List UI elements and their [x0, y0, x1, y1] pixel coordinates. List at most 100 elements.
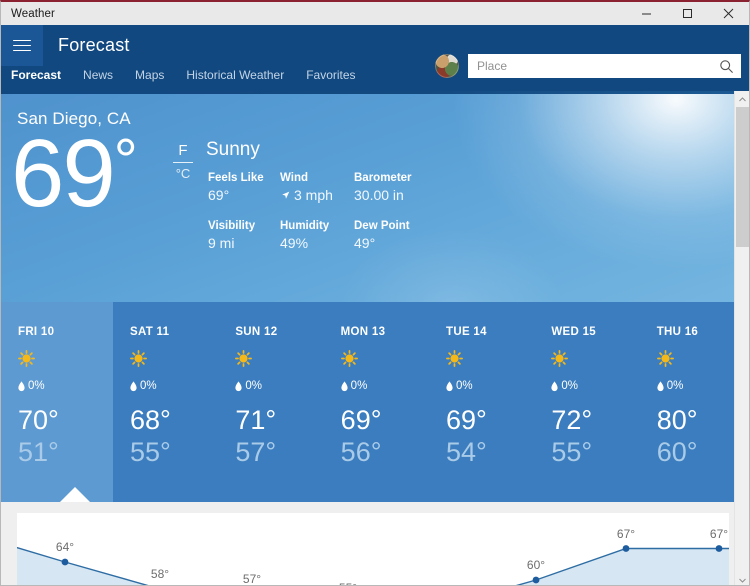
condition-details: Feels Like 69° Wind 3 mph Barometer 30.0…	[208, 171, 448, 253]
daily-forecast-strip: FRI 10 0% 70° 51° SAT 11 0% 68° 55° SUN …	[1, 302, 745, 502]
forecast-day-name: MON 13	[340, 326, 386, 338]
forecast-day-name: FRI 10	[18, 326, 55, 338]
current-temperature: 69°	[11, 126, 138, 222]
tab-news[interactable]: News	[83, 66, 124, 84]
water-drop-icon	[130, 380, 137, 391]
forecast-day-name: SUN 12	[235, 326, 278, 338]
scroll-down-button[interactable]	[735, 572, 749, 585]
hourly-temperature-chart[interactable]: 64°58°57°55°54°60°67°67°	[17, 513, 729, 586]
forecast-precip: 0%	[551, 380, 639, 392]
forecast-day-card[interactable]: FRI 10 0% 70° 51°	[1, 302, 113, 502]
detail-value: 9 mi	[208, 235, 235, 251]
forecast-day-name: WED 15	[551, 326, 596, 338]
forecast-day-name: THU 16	[656, 326, 699, 338]
detail-label: Feels Like	[208, 172, 264, 184]
forecast-low: 55°	[551, 437, 593, 467]
unit-fahrenheit[interactable]: F	[171, 142, 195, 159]
title-bar: Weather	[1, 2, 749, 25]
forecast-day-card[interactable]: TUE 14 0% 69° 54°	[429, 302, 534, 502]
tab-favorites[interactable]: Favorites	[306, 66, 366, 84]
forecast-day-card[interactable]: WED 15 0% 72° 55°	[534, 302, 639, 502]
vertical-scrollbar[interactable]	[734, 91, 749, 585]
detail-dew-point: Dew Point 49°	[354, 219, 448, 253]
forecast-precip-value: 0%	[139, 380, 157, 392]
unit-divider	[173, 162, 193, 163]
forecast-high: 69°	[446, 405, 487, 435]
detail-label: Visibility	[208, 220, 256, 232]
forecast-day-name: SAT 11	[129, 326, 170, 338]
forecast-precip: 0%	[657, 380, 745, 392]
chart-data-point[interactable]	[622, 545, 630, 552]
forecast-high: 70°	[18, 405, 59, 435]
chart-point-label: 55°	[339, 581, 357, 586]
chart-point-label: 64°	[55, 540, 75, 554]
forecast-high: 68°	[129, 405, 171, 435]
sun-icon	[130, 350, 218, 372]
detail-value: 30.00 in	[354, 187, 404, 203]
forecast-high: 69°	[340, 405, 382, 435]
sun-icon	[446, 350, 534, 372]
detail-humidity: Humidity 49%	[280, 219, 354, 253]
chart-point-label: 57°	[242, 571, 262, 586]
chart-point-label: 60°	[526, 558, 546, 572]
chart-svg	[17, 545, 729, 585]
daily-forecast-list: FRI 10 0% 70° 51° SAT 11 0% 68° 55° SUN …	[1, 302, 745, 502]
chart-data-point[interactable]	[715, 545, 723, 552]
water-drop-icon	[235, 380, 242, 391]
forecast-precip-value: 0%	[666, 380, 684, 392]
sun-icon	[235, 350, 323, 372]
window-title: Weather	[11, 7, 55, 20]
search-icon[interactable]	[711, 54, 741, 78]
detail-label: Barometer	[354, 172, 412, 184]
forecast-precip: 0%	[18, 380, 113, 392]
search-box[interactable]	[468, 54, 741, 78]
detail-barometer: Barometer 30.00 in	[354, 171, 448, 205]
forecast-day-card[interactable]: THU 16 0% 80° 60°	[640, 302, 745, 502]
forecast-precip-value: 0%	[245, 380, 262, 392]
detail-value: 49%	[280, 235, 309, 251]
weather-app-window: Weather Forecast Place Forecast News Map…	[0, 0, 750, 586]
hourly-forecast-section: 64°58°57°55°54°60°67°67°	[1, 502, 745, 586]
chart-point-label: 67°	[616, 526, 636, 541]
unit-toggle[interactable]: F °C	[171, 142, 195, 182]
chart-data-point[interactable]	[532, 576, 540, 584]
tab-maps[interactable]: Maps	[135, 66, 175, 84]
detail-value: 69°	[208, 187, 230, 203]
forecast-high: 71°	[235, 405, 277, 435]
detail-label: Dew Point	[354, 220, 410, 232]
hamburger-menu-icon[interactable]	[1, 25, 43, 66]
forecast-high: 80°	[656, 405, 698, 435]
scroll-up-button[interactable]	[735, 91, 749, 107]
app-header: Forecast	[1, 25, 749, 78]
page-title: Forecast	[58, 35, 130, 55]
forecast-day-card[interactable]: SAT 11 0% 68° 55°	[113, 302, 218, 502]
sun-icon	[656, 350, 745, 372]
chart-data-point[interactable]	[61, 558, 69, 566]
scroll-thumb[interactable]	[736, 107, 749, 247]
forecast-day-card[interactable]: MON 13 0% 69° 56°	[324, 302, 429, 502]
forecast-high: 72°	[551, 405, 593, 435]
tab-historical-weather[interactable]: Historical Weather	[186, 66, 295, 84]
sun-icon	[340, 350, 429, 372]
forecast-low: 51°	[18, 437, 59, 467]
tab-forecast[interactable]: Forecast	[11, 66, 72, 84]
forecast-low: 55°	[129, 437, 171, 467]
detail-label: Wind	[280, 172, 308, 184]
forecast-precip: 0%	[446, 380, 534, 392]
window-controls	[626, 2, 749, 25]
forecast-precip-value: 0%	[28, 380, 45, 392]
forecast-precip-value: 0%	[561, 380, 578, 392]
forecast-day-name: TUE 14	[446, 326, 487, 338]
account-avatar[interactable]	[435, 54, 459, 78]
forecast-low: 57°	[235, 437, 277, 467]
forecast-day-card[interactable]: SUN 12 0% 71° 57°	[218, 302, 323, 502]
maximize-button[interactable]	[667, 2, 708, 25]
current-temperature-value: 69	[11, 120, 116, 227]
detail-feels-like: Feels Like 69°	[208, 171, 280, 205]
forecast-precip: 0%	[235, 380, 323, 392]
close-button[interactable]	[708, 2, 749, 25]
minimize-button[interactable]	[626, 2, 667, 25]
unit-celsius[interactable]: °C	[171, 166, 195, 182]
selected-day-pointer	[59, 487, 91, 502]
search-input[interactable]	[468, 59, 711, 73]
